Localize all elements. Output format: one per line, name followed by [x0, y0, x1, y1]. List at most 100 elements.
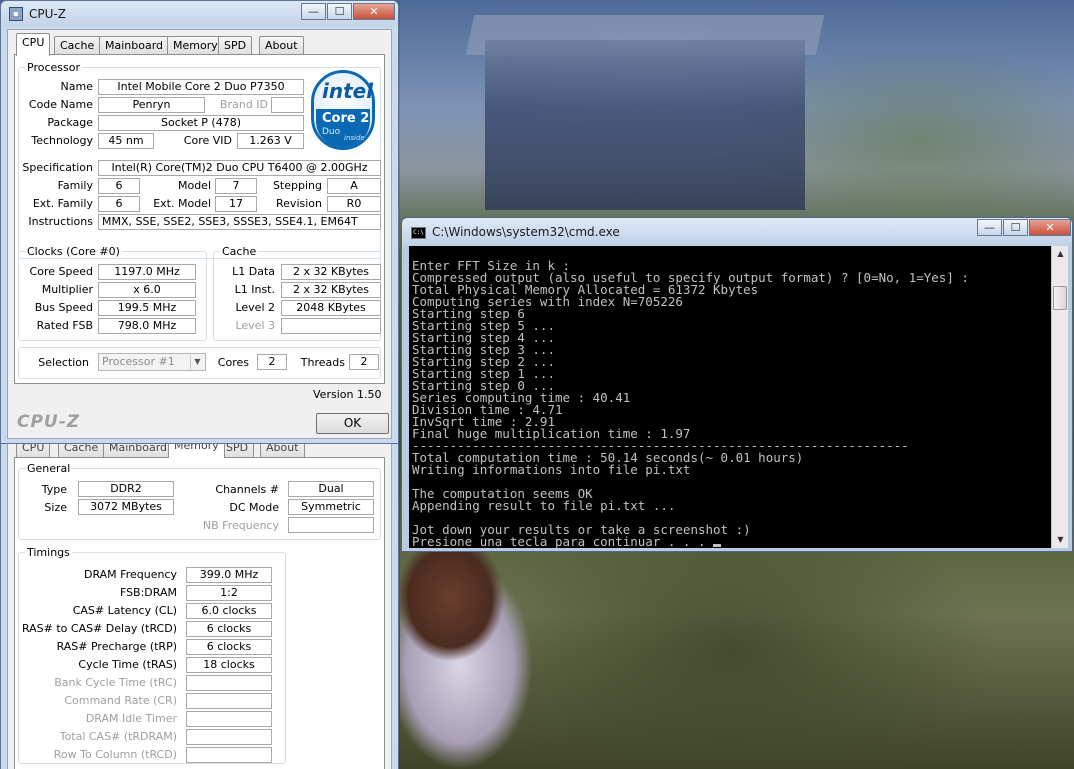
timing-label: FSB:DRAM [119, 586, 177, 599]
cpuz-memory-client-area: CPU Cache Mainboard Memory SPD About Gen… [7, 444, 392, 769]
specification-field: Intel(R) Core(TM)2 Duo CPU T6400 @ 2.00G… [98, 160, 381, 176]
dc-mode-label: DC Mode [229, 501, 279, 514]
rated-fsb-label: Rated FSB [36, 319, 93, 332]
timing-label: DRAM Frequency [83, 568, 177, 581]
scrollbar-thumb[interactable] [1053, 286, 1067, 310]
general-legend: General [27, 462, 71, 475]
tab-memory[interactable]: Memory [167, 36, 224, 55]
family-label: Family [57, 179, 93, 192]
technology-label: Technology [31, 134, 93, 147]
version-label: Version 1.50 [313, 388, 382, 401]
timing-label: Cycle Time (tRAS) [78, 658, 177, 671]
timing-value-field: 6.0 clocks [186, 603, 272, 619]
memory-tab-bar: CPU Cache Mainboard Memory SPD About [16, 444, 386, 458]
name-label: Name [60, 80, 93, 93]
l1-data-field: 2 x 32 KBytes [281, 264, 381, 280]
selection-label: Selection [38, 356, 89, 369]
ext-model-label: Ext. Model [153, 197, 211, 210]
close-button[interactable]: ✕ [1029, 219, 1071, 236]
cpuz-titlebar[interactable]: ▪ CPU-Z — ☐ ✕ [1, 1, 398, 27]
minimize-button[interactable]: — [301, 3, 326, 20]
cmd-app-icon: C:\ [411, 227, 426, 239]
processor-select[interactable]: Processor #1 ▼ [98, 353, 206, 371]
timing-value-field: 1:2 [186, 585, 272, 601]
threads-label: Threads [300, 356, 345, 369]
timing-value-field [186, 747, 272, 763]
timing-value-field [186, 693, 272, 709]
timing-label: RAS# to CAS# Delay (tRCD) [21, 622, 177, 635]
wallpaper-building [485, 40, 805, 210]
console-output[interactable]: Enter FFT Size in k : Compressed output (… [409, 246, 1051, 548]
level2-field: 2048 KBytes [281, 300, 381, 316]
codename-label: Code Name [28, 98, 93, 111]
tab-cpu[interactable]: CPU [16, 33, 51, 56]
size-label: Size [44, 501, 67, 514]
instructions-field: MMX, SSE, SSE2, SSE3, SSSE3, SSE4.1, EM6… [98, 214, 381, 230]
package-label: Package [47, 116, 93, 129]
maximize-button[interactable]: ☐ [1003, 219, 1028, 236]
console-scrollbar[interactable]: ▲ ▼ [1051, 246, 1068, 548]
multiplier-label: Multiplier [41, 283, 93, 296]
core2-badge: Core 2 Duo inside [316, 109, 370, 147]
wallpaper-person-hair [400, 548, 510, 668]
core2-logo-text: Core 2 [322, 111, 370, 126]
cpuz-title: CPU-Z [29, 7, 66, 21]
tab-spd[interactable]: SPD [218, 36, 253, 55]
type-label: Type [41, 483, 67, 496]
level3-field [281, 318, 381, 334]
cores-label: Cores [217, 356, 249, 369]
timing-value-field: 399.0 MHz [186, 567, 272, 583]
tab-cache[interactable]: Cache [58, 444, 105, 458]
multiplier-field: x 6.0 [98, 282, 196, 298]
inside-logo-text: inside [344, 134, 365, 142]
l1-inst-label: L1 Inst. [234, 283, 275, 296]
minimize-button[interactable]: — [977, 219, 1002, 236]
cpu-tab-panel: Processor Name Intel Mobile Core 2 Duo P… [14, 54, 385, 384]
timing-label: RAS# Precharge (tRP) [56, 640, 177, 653]
rated-fsb-field: 798.0 MHz [98, 318, 196, 334]
cpuz-app-icon: ▪ [9, 7, 23, 21]
tab-cache[interactable]: Cache [54, 36, 101, 55]
console-line: Appending result to file pi.txt ... [412, 498, 676, 513]
timing-label: CAS# Latency (CL) [72, 604, 177, 617]
scroll-down-arrow-icon[interactable]: ▼ [1053, 532, 1068, 548]
timing-value-field [186, 729, 272, 745]
cpuz-memory-window: CPU Cache Mainboard Memory SPD About Gen… [0, 444, 399, 769]
tab-about[interactable]: About [259, 36, 304, 55]
intel-logo-text: intel [322, 79, 374, 103]
memory-size-field: 3072 MBytes [78, 499, 174, 515]
instructions-label: Instructions [28, 215, 93, 228]
tab-memory[interactable]: Memory [168, 444, 225, 458]
timings-legend: Timings [27, 546, 70, 559]
bus-speed-field: 199.5 MHz [98, 300, 196, 316]
dc-mode-field: Symmetric [288, 499, 374, 515]
bus-speed-label: Bus Speed [34, 301, 93, 314]
timing-label: Row To Column (tRCD) [53, 748, 177, 761]
technology-field: 45 nm [98, 133, 154, 149]
specification-label: Specification [22, 161, 93, 174]
maximize-button[interactable]: ☐ [327, 3, 352, 20]
cpuz-window: ▪ CPU-Z — ☐ ✕ CPU Cache Mainboard Memory… [0, 0, 399, 444]
chevron-down-icon[interactable]: ▼ [190, 355, 204, 369]
close-button[interactable]: ✕ [353, 3, 395, 20]
scroll-up-arrow-icon[interactable]: ▲ [1053, 246, 1068, 262]
nb-frequency-label: NB Frequency [202, 519, 279, 532]
memory-tab-panel: General Type DDR2 Size 3072 MBytes Chann… [14, 457, 385, 769]
console-line: Presione una tecla para continuar . . . [412, 535, 1051, 548]
revision-label: Revision [276, 197, 322, 210]
processor-legend: Processor [27, 61, 80, 74]
core-vid-field: 1.263 V [237, 133, 304, 149]
tab-about[interactable]: About [260, 444, 305, 458]
timing-value-field: 18 clocks [186, 657, 272, 673]
ok-button[interactable]: OK [316, 413, 389, 434]
l1-inst-field: 2 x 32 KBytes [281, 282, 381, 298]
model-label: Model [177, 179, 211, 192]
tab-cpu[interactable]: CPU [16, 444, 51, 458]
tab-mainboard[interactable]: Mainboard [99, 36, 170, 55]
memory-type-field: DDR2 [78, 481, 174, 497]
cmd-title: C:\Windows\system32\cmd.exe [432, 225, 620, 239]
tab-mainboard[interactable]: Mainboard [103, 444, 174, 458]
tab-spd[interactable]: SPD [220, 444, 255, 458]
intel-core2-duo-logo: intel Core 2 Duo inside [311, 70, 375, 150]
cmd-titlebar[interactable]: C:\ C:\Windows\system32\cmd.exe — ☐ ✕ [402, 218, 1072, 246]
